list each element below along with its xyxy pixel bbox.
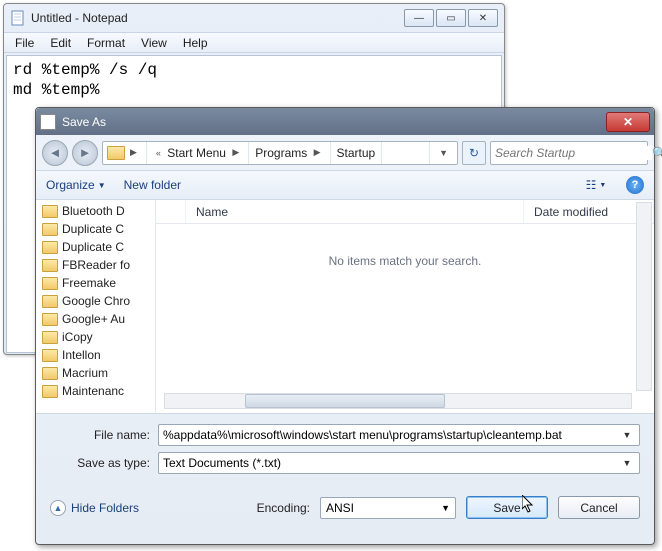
menu-edit[interactable]: Edit — [43, 34, 78, 52]
folder-icon — [42, 295, 58, 308]
col-date[interactable]: Date modified — [524, 200, 654, 223]
search-icon: 🔍 — [652, 146, 662, 160]
dialog-icon — [40, 114, 56, 130]
crumb-start-menu[interactable]: Start Menu — [167, 146, 226, 160]
notepad-title: Untitled - Notepad — [31, 11, 402, 25]
tree-item[interactable]: Bluetooth D — [36, 202, 155, 220]
tree-item[interactable]: Google+ Au — [36, 310, 155, 328]
nav-bar: ◄ ► ▶ « Start Menu ▶ Programs ▶ Startup … — [36, 135, 654, 170]
savetype-select[interactable]: Text Documents (*.txt)▼ — [158, 452, 640, 474]
tree-item[interactable]: Google Chro — [36, 292, 155, 310]
folder-icon — [42, 367, 58, 380]
crumb-startup[interactable]: Startup — [337, 146, 376, 160]
maximize-button[interactable]: ▭ — [436, 9, 466, 27]
tree-item[interactable]: iCopy — [36, 328, 155, 346]
saveas-titlebar[interactable]: Save As ✕ — [36, 108, 654, 135]
cancel-button[interactable]: Cancel — [558, 496, 640, 519]
tree-item[interactable]: Macrium — [36, 364, 155, 382]
saveas-title: Save As — [62, 115, 606, 129]
search-input[interactable] — [495, 146, 652, 160]
back-button[interactable]: ◄ — [42, 140, 68, 166]
encoding-select[interactable]: ANSI▼ — [320, 497, 456, 519]
notepad-titlebar[interactable]: Untitled - Notepad — ▭ ✕ — [4, 4, 504, 32]
savetype-label: Save as type: — [50, 456, 158, 470]
forward-button[interactable]: ► — [72, 140, 98, 166]
folder-icon — [42, 259, 58, 272]
close-button[interactable]: ✕ — [468, 9, 498, 27]
saveas-close-button[interactable]: ✕ — [606, 112, 650, 132]
tree-item[interactable]: Freemake — [36, 274, 155, 292]
folder-icon — [42, 385, 58, 398]
folder-icon — [42, 205, 58, 218]
column-headers: Name Date modified — [156, 200, 654, 224]
folder-icon — [42, 349, 58, 362]
tree-item[interactable]: Maintenanc — [36, 382, 155, 400]
save-button[interactable]: Save — [466, 496, 548, 519]
folder-icon — [42, 223, 58, 236]
filename-input[interactable]: %appdata%\microsoft\windows\start menu\p… — [158, 424, 640, 446]
help-button[interactable]: ? — [626, 176, 644, 194]
save-as-dialog: Save As ✕ ◄ ► ▶ « Start Menu ▶ Programs … — [35, 107, 655, 545]
horizontal-scrollbar[interactable] — [164, 393, 632, 409]
menu-file[interactable]: File — [8, 34, 41, 52]
vertical-scrollbar[interactable] — [636, 202, 652, 391]
minimize-button[interactable]: — — [404, 9, 434, 27]
organize-menu[interactable]: Organize ▼ — [46, 178, 106, 192]
breadcrumb[interactable]: ▶ « Start Menu ▶ Programs ▶ Startup ▼ — [102, 141, 458, 165]
tree-item[interactable]: FBReader fo — [36, 256, 155, 274]
encoding-label: Encoding: — [257, 501, 310, 515]
notepad-menubar: File Edit Format View Help — [4, 32, 504, 53]
view-menu[interactable]: ☷▼ — [584, 175, 608, 195]
crumb-programs[interactable]: Programs — [255, 146, 307, 160]
folder-icon — [42, 277, 58, 290]
menu-format[interactable]: Format — [80, 34, 132, 52]
empty-message: No items match your search. — [156, 254, 654, 268]
folder-icon — [42, 241, 58, 254]
folder-icon — [107, 146, 125, 160]
search-box[interactable]: 🔍 — [490, 141, 648, 165]
menu-help[interactable]: Help — [176, 34, 215, 52]
expand-icon: ▲ — [50, 500, 66, 516]
col-name[interactable]: Name — [186, 200, 524, 223]
tree-item[interactable]: Intellon — [36, 346, 155, 364]
scrollbar-thumb[interactable] — [245, 394, 445, 408]
tree-item[interactable]: Duplicate C — [36, 220, 155, 238]
folder-icon — [42, 313, 58, 326]
folder-icon — [42, 331, 58, 344]
notepad-icon — [10, 10, 26, 26]
new-folder-button[interactable]: New folder — [124, 178, 181, 192]
hide-folders-toggle[interactable]: ▲ Hide Folders — [50, 500, 139, 516]
folder-tree[interactable]: Bluetooth D Duplicate C Duplicate C FBRe… — [36, 200, 156, 413]
tree-item[interactable]: Duplicate C — [36, 238, 155, 256]
toolbar: Organize ▼ New folder ☷▼ ? — [36, 170, 654, 200]
refresh-button[interactable]: ↻ — [462, 141, 486, 165]
file-list[interactable]: Name Date modified No items match your s… — [156, 200, 654, 413]
filename-label: File name: — [50, 428, 158, 442]
menu-view[interactable]: View — [134, 34, 174, 52]
